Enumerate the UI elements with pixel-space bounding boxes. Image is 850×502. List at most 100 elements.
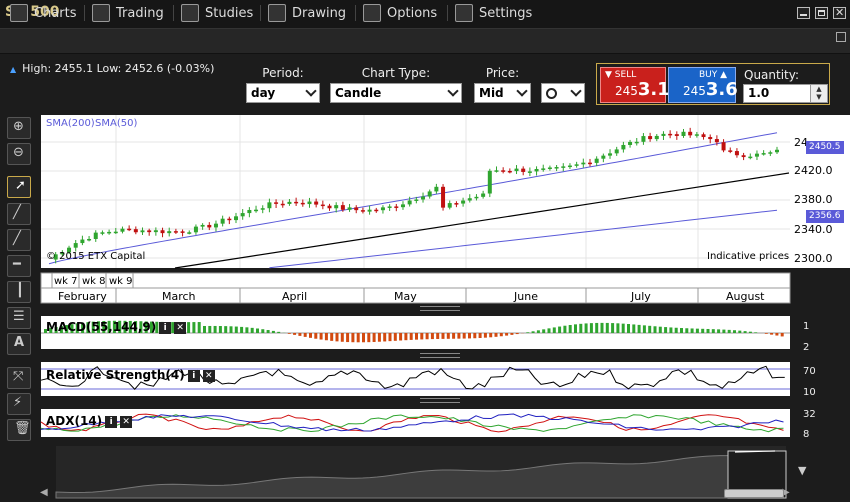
candle-body <box>360 210 365 212</box>
close-icon[interactable]: ✕ <box>174 321 187 334</box>
macd-bar <box>388 333 392 342</box>
candle-body <box>681 131 686 136</box>
month-label: May <box>394 290 417 303</box>
candle-body <box>748 156 753 159</box>
macd-bar <box>340 333 344 342</box>
candle-body <box>280 203 285 206</box>
macd-bar <box>234 326 238 333</box>
macd-bar <box>351 333 355 343</box>
candle-body <box>628 141 633 145</box>
candle-body <box>120 228 125 232</box>
macd-bar <box>404 333 408 341</box>
macd-bar <box>362 333 365 343</box>
macd-bar <box>218 326 222 333</box>
candle-body <box>581 162 586 165</box>
candle-body <box>441 186 446 208</box>
candle-body <box>754 153 759 157</box>
candle-body <box>594 158 599 163</box>
macd-bar <box>605 322 609 333</box>
candle-body <box>474 196 479 199</box>
candle-body <box>274 202 279 204</box>
macd-bar <box>563 325 567 333</box>
macd-bar <box>637 324 641 333</box>
candle-body <box>701 134 706 138</box>
week-label: wk 7 <box>54 276 78 287</box>
pane-splitter[interactable] <box>420 306 460 311</box>
candle-body <box>234 216 239 221</box>
macd-bar <box>203 325 206 333</box>
macd-bar <box>330 333 334 341</box>
navigator-scroll-thumb[interactable] <box>724 489 784 498</box>
macd-bar <box>621 323 625 333</box>
macd-bar <box>536 330 540 333</box>
candle-body <box>240 213 245 217</box>
info-icon[interactable]: i <box>159 321 172 334</box>
candle-body <box>614 149 619 154</box>
candle-body <box>648 136 653 140</box>
candle-body <box>587 162 592 165</box>
macd-bar <box>526 332 530 333</box>
pane-splitter[interactable] <box>420 398 460 403</box>
month-label: April <box>282 290 308 303</box>
macd-bar <box>600 322 604 333</box>
scroll-left-icon[interactable]: ◀ <box>40 487 48 498</box>
macd-bar <box>261 329 265 333</box>
candle-body <box>300 202 305 205</box>
month-label: July <box>631 290 651 303</box>
macd-bar <box>213 325 217 333</box>
candle-body <box>407 200 412 205</box>
candle-body <box>481 193 486 197</box>
macd-bar <box>722 329 726 333</box>
candle-body <box>487 170 492 194</box>
candle-body <box>447 203 452 208</box>
sma200-price-marker: 2356.6 <box>806 210 844 223</box>
pane-splitter[interactable] <box>420 353 460 358</box>
info-icon[interactable]: i <box>187 369 200 382</box>
macd-bar <box>468 333 471 339</box>
candle-body <box>374 209 379 212</box>
macd-bar <box>372 333 376 342</box>
macd-bar <box>711 329 715 333</box>
candle-body <box>80 239 85 244</box>
candle-body <box>213 223 218 228</box>
macd-bar <box>531 331 535 333</box>
rsi-label: Relative Strength(4) i ✕ <box>46 368 215 382</box>
macd-bar <box>208 325 212 333</box>
macd-bar <box>717 329 721 333</box>
macd-bar <box>245 327 249 333</box>
candle-body <box>387 206 392 208</box>
macd-bar <box>250 327 254 333</box>
macd-bar <box>187 322 191 333</box>
adx-tick-top: 32 <box>803 409 816 420</box>
macd-bar <box>558 326 562 333</box>
macd-bar <box>589 323 593 333</box>
expand-down-icon[interactable]: ▼ <box>798 464 806 477</box>
macd-bar <box>399 333 403 341</box>
macd-bar <box>436 333 440 339</box>
info-icon[interactable]: i <box>105 415 118 428</box>
macd-bar <box>680 328 683 333</box>
macd-bar <box>690 328 694 333</box>
macd-bar <box>706 328 710 333</box>
rsi-tick-bottom: 10 <box>803 387 816 398</box>
candle-body <box>534 168 539 172</box>
close-icon[interactable]: ✕ <box>120 415 133 428</box>
macd-bar <box>192 322 196 333</box>
month-label: June <box>514 290 538 303</box>
candle-body <box>554 167 559 169</box>
candle-body <box>153 230 158 233</box>
macd-tick-bottom: 2 <box>803 342 810 353</box>
candle-body <box>634 141 639 144</box>
candle-body <box>354 207 359 211</box>
close-icon[interactable]: ✕ <box>202 369 215 382</box>
macd-bar <box>780 333 784 337</box>
candle-body <box>334 205 339 209</box>
macd-bar <box>738 330 742 333</box>
macd-bar <box>669 327 673 333</box>
macd-bar <box>324 333 328 341</box>
candle-body <box>180 231 185 233</box>
macd-bar <box>462 333 466 339</box>
candle-body <box>734 151 739 156</box>
macd-label: MACD(55,144,9) i ✕ <box>46 320 187 334</box>
macd-bar <box>648 325 652 333</box>
